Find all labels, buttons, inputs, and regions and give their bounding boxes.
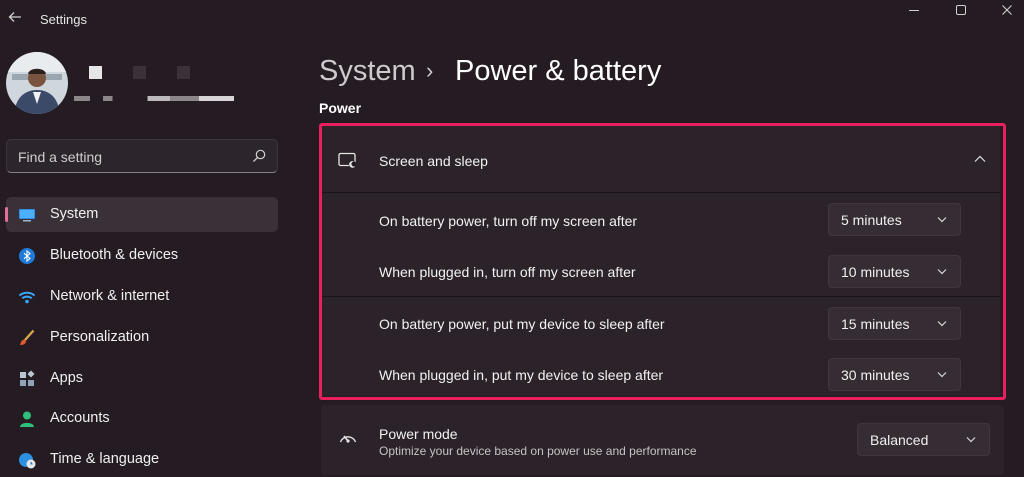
chevron-down-icon xyxy=(966,437,976,443)
apps-icon xyxy=(20,370,35,386)
sidebar-item-network[interactable]: Network & internet xyxy=(6,279,278,314)
minimize-button[interactable] xyxy=(899,2,929,20)
user-photo xyxy=(6,52,68,114)
sidebar-item-label: Apps xyxy=(50,370,84,386)
maximize-button[interactable] xyxy=(946,2,976,20)
active-indicator xyxy=(5,207,8,222)
redacted-name-block xyxy=(133,66,146,79)
bluetooth-icon xyxy=(19,248,35,264)
page-title: Power & battery xyxy=(455,55,662,87)
sidebar-item-label: Personalization xyxy=(50,329,150,345)
account-icon xyxy=(20,411,34,427)
highlight-frame xyxy=(319,123,1006,400)
sidebar-item-accounts[interactable]: Accounts xyxy=(6,401,278,436)
redacted-name-block xyxy=(89,66,102,79)
monitor-icon xyxy=(19,209,35,222)
redacted-email xyxy=(74,96,234,101)
app-title: Settings xyxy=(40,12,87,27)
breadcrumb-system[interactable]: System xyxy=(319,55,416,88)
back-button[interactable] xyxy=(6,10,24,28)
minimize-icon xyxy=(909,10,919,11)
search-placeholder: Find a setting xyxy=(18,149,103,165)
gauge-icon xyxy=(339,435,357,443)
section-title: Power xyxy=(319,100,362,116)
maximize-icon xyxy=(956,5,966,15)
sidebar-item-label: Network & internet xyxy=(50,288,170,304)
avatar[interactable] xyxy=(6,52,68,114)
sidebar-item-apps[interactable]: Apps xyxy=(6,361,278,396)
sidebar-item-label: Accounts xyxy=(50,410,110,426)
sidebar-item-bluetooth[interactable]: Bluetooth & devices xyxy=(6,238,278,273)
paintbrush-icon xyxy=(20,329,35,345)
close-button[interactable] xyxy=(992,2,1022,20)
sidebar-item-label: Bluetooth & devices xyxy=(50,247,179,263)
power-mode-dropdown[interactable]: Balanced xyxy=(857,423,990,456)
sidebar-item-label: System xyxy=(50,206,99,222)
power-mode-title: Power mode xyxy=(379,426,458,442)
dropdown-value: Balanced xyxy=(870,432,929,448)
sidebar-item-label: Time & language xyxy=(50,451,160,467)
search-icon[interactable] xyxy=(251,148,267,164)
breadcrumb-separator: › xyxy=(426,58,434,83)
power-mode-card: Power mode Optimize your device based on… xyxy=(321,405,1004,475)
sidebar-item-time-language[interactable]: Time & language xyxy=(6,442,278,477)
globe-clock-icon xyxy=(19,453,36,469)
close-icon xyxy=(1002,5,1012,15)
back-arrow-icon xyxy=(8,12,21,22)
redacted-name-block xyxy=(177,66,190,79)
sidebar-item-personalization[interactable]: Personalization xyxy=(6,320,278,355)
search-input[interactable]: Find a setting xyxy=(6,139,278,173)
wifi-icon xyxy=(18,291,36,304)
sidebar-item-system[interactable]: System xyxy=(5,197,278,232)
power-mode-description: Optimize your device based on power use … xyxy=(379,444,697,458)
